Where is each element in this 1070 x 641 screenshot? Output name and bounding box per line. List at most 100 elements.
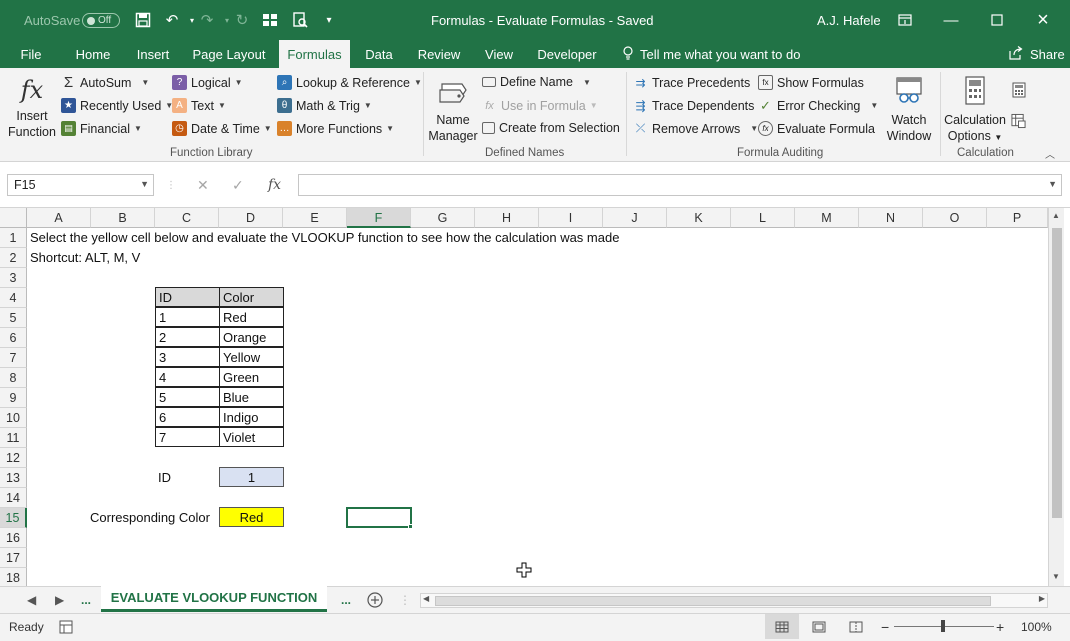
use-in-formula-button[interactable]: fx Use in Formula ▼ <box>482 98 597 113</box>
zoom-slider[interactable] <box>894 614 994 639</box>
row-header-2[interactable]: 2 <box>0 248 27 268</box>
scroll-up-icon[interactable]: ▲ <box>1052 211 1060 220</box>
trace-dependents-button[interactable]: ⇶ Trace Dependents <box>633 98 754 113</box>
column-header-i[interactable]: I <box>539 208 603 228</box>
tab-home[interactable]: Home <box>67 40 119 68</box>
column-header-n[interactable]: N <box>859 208 923 228</box>
cell-a2[interactable]: Shortcut: ALT, M, V <box>27 248 140 268</box>
row-header-1[interactable]: 1 <box>0 228 27 248</box>
form-grid-icon[interactable] <box>261 11 279 29</box>
zoom-level[interactable]: 100% <box>1021 614 1052 639</box>
page-break-preview-icon[interactable] <box>849 614 863 639</box>
table-cell-color[interactable]: Yellow <box>219 347 284 367</box>
row-header-10[interactable]: 10 <box>0 408 27 428</box>
vertical-scrollbar[interactable]: ▲ ▼ <box>1048 208 1064 586</box>
tab-page-layout[interactable]: Page Layout <box>188 40 270 68</box>
error-checking-button[interactable]: ✓ Error Checking ▼ <box>758 98 878 113</box>
row-header-14[interactable]: 14 <box>0 488 27 508</box>
column-header-p[interactable]: P <box>987 208 1048 228</box>
show-formulas-button[interactable]: fx Show Formulas <box>758 75 864 90</box>
row-header-15[interactable]: 15 <box>0 508 27 528</box>
scroll-down-icon[interactable]: ▼ <box>1052 572 1060 581</box>
table-cell-color[interactable]: Red <box>219 307 284 327</box>
zoom-slider-thumb[interactable] <box>941 620 945 632</box>
previous-sheet-icon[interactable]: ◀ <box>27 587 36 613</box>
row-header-7[interactable]: 7 <box>0 348 27 368</box>
column-header-f[interactable]: F <box>347 208 411 228</box>
table-cell-id[interactable]: 7 <box>155 427 220 447</box>
tab-view[interactable]: View <box>477 40 521 68</box>
column-header-l[interactable]: L <box>731 208 795 228</box>
more-sheets-right-icon[interactable]: ... <box>341 587 351 613</box>
column-header-d[interactable]: D <box>219 208 283 228</box>
print-preview-icon[interactable] <box>291 11 309 29</box>
table-cell-color[interactable]: Green <box>219 367 284 387</box>
table-cell-color[interactable]: Orange <box>219 327 284 347</box>
save-icon[interactable] <box>134 11 152 29</box>
column-header-c[interactable]: C <box>155 208 219 228</box>
cell-a1[interactable]: Select the yellow cell below and evaluat… <box>27 228 619 248</box>
maximize-icon[interactable] <box>974 0 1020 40</box>
calculate-sheet-button[interactable] <box>1011 113 1030 128</box>
date-time-button[interactable]: ◷ Date & Time ▼ <box>172 121 272 136</box>
vertical-scroll-thumb[interactable] <box>1052 228 1062 518</box>
more-sheets-left-icon[interactable]: ... <box>81 587 91 613</box>
id-label[interactable]: ID <box>155 468 171 488</box>
active-cell-selection[interactable] <box>346 507 412 528</box>
row-header-3[interactable]: 3 <box>0 268 27 288</box>
row-header-11[interactable]: 11 <box>0 428 27 448</box>
financial-button[interactable]: ▤ Financial ▼ <box>61 121 142 136</box>
table-cell-id[interactable]: 6 <box>155 407 220 427</box>
formula-input[interactable]: ▼ <box>298 174 1062 196</box>
table-cell-id[interactable]: 1 <box>155 307 220 327</box>
tab-review[interactable]: Review <box>413 40 465 68</box>
column-header-o[interactable]: O <box>923 208 987 228</box>
column-header-e[interactable]: E <box>283 208 347 228</box>
sheet-tab-evaluate-vlookup[interactable]: EVALUATE VLOOKUP FUNCTION <box>101 586 327 612</box>
define-name-button[interactable]: Define Name ▼ <box>482 75 591 89</box>
more-functions-button[interactable]: … More Functions ▼ <box>277 121 394 136</box>
column-header-a[interactable]: A <box>27 208 91 228</box>
undo-icon[interactable]: ↶ <box>163 11 181 29</box>
column-header-h[interactable]: H <box>475 208 539 228</box>
tab-data[interactable]: Data <box>358 40 400 68</box>
lookup-reference-button[interactable]: ⌕ Lookup & Reference ▼ <box>277 75 422 90</box>
tell-me-box[interactable]: Tell me what you want to do <box>622 40 800 68</box>
autosum-button[interactable]: Σ AutoSum ▼ <box>61 74 149 91</box>
table-cell-id[interactable]: 2 <box>155 327 220 347</box>
name-manager-button[interactable]: Name Manager <box>428 78 478 144</box>
macro-recording-icon[interactable] <box>59 614 73 639</box>
table-cell-id[interactable]: 4 <box>155 367 220 387</box>
customize-qat-icon[interactable]: ▾ <box>320 11 338 29</box>
share-button[interactable]: Share <box>1008 40 1065 68</box>
tab-insert[interactable]: Insert <box>128 40 178 68</box>
evaluate-formula-button[interactable]: fx Evaluate Formula <box>758 121 875 136</box>
row-header-5[interactable]: 5 <box>0 308 27 328</box>
row-header-16[interactable]: 16 <box>0 528 27 548</box>
cancel-entry-icon[interactable]: ✕ <box>197 174 209 196</box>
remove-arrows-button[interactable]: ⤫ Remove Arrows ▼ <box>633 121 758 136</box>
logical-button[interactable]: ? Logical ▼ <box>172 75 243 90</box>
id-input-cell[interactable]: 1 <box>219 467 284 487</box>
normal-view-icon[interactable] <box>765 614 799 639</box>
watch-window-button[interactable]: Watch Window <box>884 76 934 144</box>
table-header-color[interactable]: Color <box>219 287 284 307</box>
text-button[interactable]: A Text ▼ <box>172 98 226 113</box>
table-cell-color[interactable]: Indigo <box>219 407 284 427</box>
tab-developer[interactable]: Developer <box>534 40 600 68</box>
column-header-j[interactable]: J <box>603 208 667 228</box>
row-header-6[interactable]: 6 <box>0 328 27 348</box>
calculation-options-button[interactable]: Calculation Options ▼ <box>944 76 1006 146</box>
repeat-icon[interactable]: ↻ <box>233 11 251 29</box>
tab-file[interactable]: File <box>12 40 50 68</box>
page-layout-view-icon[interactable] <box>812 614 826 639</box>
autosave-toggle[interactable]: Off <box>82 13 120 28</box>
ribbon-display-options-icon[interactable] <box>882 0 928 40</box>
fill-handle[interactable] <box>408 524 413 529</box>
tab-formulas[interactable]: Formulas <box>279 40 350 68</box>
column-header-k[interactable]: K <box>667 208 731 228</box>
cells-area[interactable]: Select the yellow cell below and evaluat… <box>27 228 1048 586</box>
close-icon[interactable]: × <box>1020 0 1066 40</box>
collapse-ribbon-icon[interactable]: ︿ <box>1045 146 1055 161</box>
confirm-entry-icon[interactable]: ✓ <box>232 174 244 196</box>
